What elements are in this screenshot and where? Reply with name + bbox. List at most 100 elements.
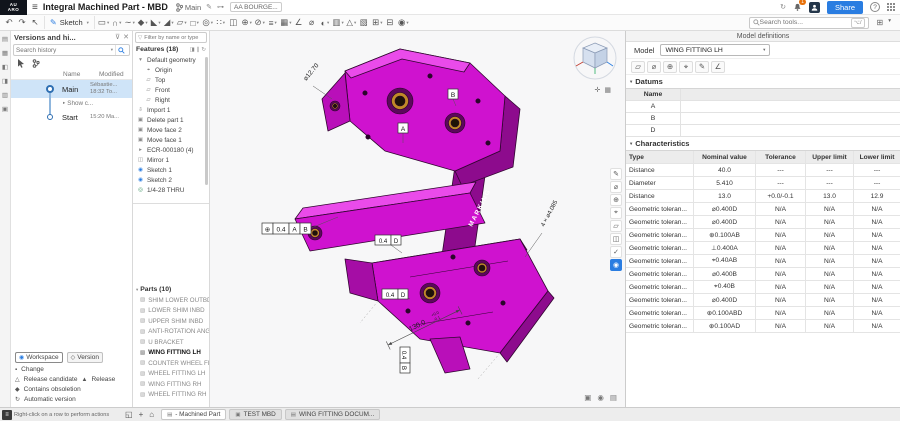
apps-grid-icon[interactable]: [887, 3, 895, 11]
feature-tree-item[interactable]: ◎ 1/4-28 THRU: [133, 185, 205, 195]
pointer-icon[interactable]: [17, 59, 25, 68]
status-corner-icon[interactable]: ≡: [2, 410, 12, 420]
model-tool-button[interactable]: ✎: [695, 61, 709, 73]
characteristic-row[interactable]: Geometric toleran... ⊕0.100AD N/A N/A N/…: [626, 320, 900, 333]
model-tool-button[interactable]: ⌀: [647, 61, 661, 73]
characteristic-row[interactable]: Geometric toleran... ⌀0.400D N/A N/A N/A: [626, 203, 900, 216]
history-row-start[interactable]: Start 15:20 Ma...: [11, 108, 132, 126]
model-tool-button[interactable]: ▱: [631, 61, 645, 73]
characteristic-row[interactable]: Geometric toleran... ⊥0.400A N/A N/A N/A: [626, 242, 900, 255]
mbd-tool-button[interactable]: ⌀: [610, 181, 622, 193]
characteristic-row[interactable]: Geometric toleran... ⌀0.400D N/A N/A N/A: [626, 294, 900, 307]
datum-flag-b[interactable]: B: [448, 89, 458, 99]
feature-tree-item[interactable]: ⌖ Origin: [133, 65, 205, 75]
view-cube[interactable]: [574, 37, 616, 79]
toolbar-tool[interactable]: ◣▾: [149, 16, 162, 29]
sketch-button[interactable]: ✎ Sketch ▾: [44, 16, 95, 29]
toolbar-tool[interactable]: ⌀: [306, 16, 319, 29]
part-list-item[interactable]: ▧ U BRACKET: [133, 337, 209, 348]
version-filter-chip[interactable]: ◇Version: [67, 352, 103, 363]
3d-scene[interactable]: MARKING ⊕: [210, 31, 625, 407]
reference-chip[interactable]: AA BOURGE...: [230, 2, 282, 12]
display-options-icon[interactable]: ▦: [604, 86, 611, 94]
app-logo[interactable]: AU ARO: [0, 0, 27, 15]
share-button[interactable]: Share: [827, 1, 863, 14]
characteristic-row[interactable]: Distance 13.0 +0.0/-0.1 13.0 12.9: [626, 190, 900, 203]
sidebar-icon[interactable]: ▥: [2, 91, 8, 99]
home-icon[interactable]: ⌂: [149, 410, 154, 419]
toolbar-tool[interactable]: △▾: [345, 16, 358, 29]
toolbar-tool[interactable]: ▧: [358, 16, 371, 29]
part-list-item[interactable]: ▧ ANTI-ROTATION ANG...: [133, 327, 209, 338]
model-select[interactable]: WING FITTING LH ▾: [660, 44, 770, 56]
hamburger-menu-icon[interactable]: ≡: [32, 2, 38, 13]
characteristic-row[interactable]: Geometric toleran... ⊕0.100AB N/A N/A N/…: [626, 229, 900, 242]
sidebar-icon[interactable]: ◨: [2, 77, 8, 85]
branch-icon[interactable]: [32, 59, 40, 68]
mbd-tool-button[interactable]: ✎: [610, 168, 622, 180]
feature-tree-item[interactable]: ◉ Sketch 2: [133, 175, 205, 185]
mbd-tool-button[interactable]: ✓: [610, 246, 622, 258]
sidebar-icon[interactable]: ▣: [2, 105, 8, 113]
diameter-callout[interactable]: ⌀12.70: [302, 62, 321, 82]
window-layout-icon[interactable]: ⊞: [877, 18, 884, 27]
characteristic-row[interactable]: Geometric toleran... ⌀0.400D N/A N/A N/A: [626, 216, 900, 229]
mbd-tool-button[interactable]: ◫: [610, 233, 622, 245]
feature-tree-item[interactable]: ▱ Front: [133, 85, 205, 95]
sidebar-icon[interactable]: ▦: [2, 49, 8, 57]
toolbar-tool[interactable]: ≡▾: [266, 16, 279, 29]
search-tools-input[interactable]: [760, 19, 851, 26]
characteristic-row[interactable]: Geometric toleran... ⌖0.40AB N/A N/A N/A: [626, 255, 900, 268]
toolbar-tool[interactable]: ∷▾: [214, 16, 227, 29]
toolbar-collapse-icon[interactable]: ▾: [888, 18, 891, 27]
feature-tree-item[interactable]: ▣ Move face 1: [133, 135, 205, 145]
notifications-button[interactable]: 1: [793, 2, 802, 12]
column-modified[interactable]: Modified: [99, 71, 124, 78]
feature-filter-box[interactable]: ▽: [135, 32, 207, 43]
toolbar-tool[interactable]: ⊕▾: [240, 16, 253, 29]
toolbar-tool[interactable]: ▱▾: [175, 16, 188, 29]
toolbar-tool[interactable]: ◢▾: [162, 16, 175, 29]
fcf-d-upper[interactable]: 0.4 D: [375, 235, 401, 245]
suppress-icon[interactable]: ∥: [197, 47, 200, 53]
datum-row[interactable]: B: [626, 113, 900, 125]
toolbar-tool[interactable]: ▦▾: [279, 16, 292, 29]
characteristic-row[interactable]: Diameter 5.410 --- --- ---: [626, 177, 900, 190]
mbd-tool-button[interactable]: ⌖: [610, 207, 622, 219]
toolbar-tool[interactable]: ∩▾: [110, 16, 123, 29]
camera-icon[interactable]: ◉: [597, 393, 604, 402]
toolbar-tool[interactable]: ⊘▾: [253, 16, 266, 29]
toolbar-tool[interactable]: ↖: [29, 16, 42, 29]
toolbar-tool[interactable]: ◎▾: [201, 16, 214, 29]
pin-icon[interactable]: ⊽: [115, 33, 120, 41]
refresh-icon[interactable]: ↻: [201, 47, 206, 53]
part-list-item[interactable]: ▧ WHEEL FITTING RH: [133, 390, 209, 401]
show-changes-row[interactable]: ▸ Show c...: [11, 98, 132, 108]
characteristic-row[interactable]: Geometric toleran... ⌀0.400B N/A N/A N/A: [626, 268, 900, 281]
toolbar-tool[interactable]: ◫: [227, 16, 240, 29]
feature-tree-item[interactable]: ◫ Mirror 1: [133, 155, 205, 165]
close-icon[interactable]: ✕: [123, 33, 129, 41]
search-tools-box[interactable]: ⌥/: [749, 17, 869, 29]
branch-indicator[interactable]: Main: [176, 3, 201, 12]
fcf-position-ab[interactable]: ⊕ 0.4 A B: [262, 223, 311, 234]
part-list-item[interactable]: ▧ LOWER SHIM INBD: [133, 306, 209, 317]
history-search-input[interactable]: [16, 47, 109, 54]
workspace-node-icon[interactable]: [46, 85, 54, 93]
history-search-box[interactable]: ▾: [13, 44, 130, 56]
rollback-icon[interactable]: ◨: [189, 47, 194, 53]
mbd-tool-button[interactable]: ⊕: [610, 194, 622, 206]
link-icon[interactable]: ⊶: [217, 3, 224, 11]
feature-tree-item[interactable]: ▣ Delete part 1: [133, 115, 205, 125]
part-list-item[interactable]: ▧ COUNTER WHEEL FIT...: [133, 358, 209, 369]
toolbar-tool[interactable]: ◆▾: [136, 16, 149, 29]
toolbar-tool[interactable]: ∼▾: [123, 16, 136, 29]
snapshot-icon[interactable]: ▣: [584, 393, 591, 402]
toolbar-tool[interactable]: ⊞▾: [371, 16, 384, 29]
toolbar-tool[interactable]: ▭▾: [97, 16, 110, 29]
datums-section-header[interactable]: ▾ Datums: [626, 75, 900, 88]
graphics-viewport[interactable]: MARKING ⊕: [210, 31, 625, 407]
sync-icon[interactable]: ↻: [780, 3, 786, 11]
part-list-item[interactable]: ▧ WING FITTING RH: [133, 379, 209, 390]
datum-flag-a[interactable]: A: [398, 123, 408, 133]
